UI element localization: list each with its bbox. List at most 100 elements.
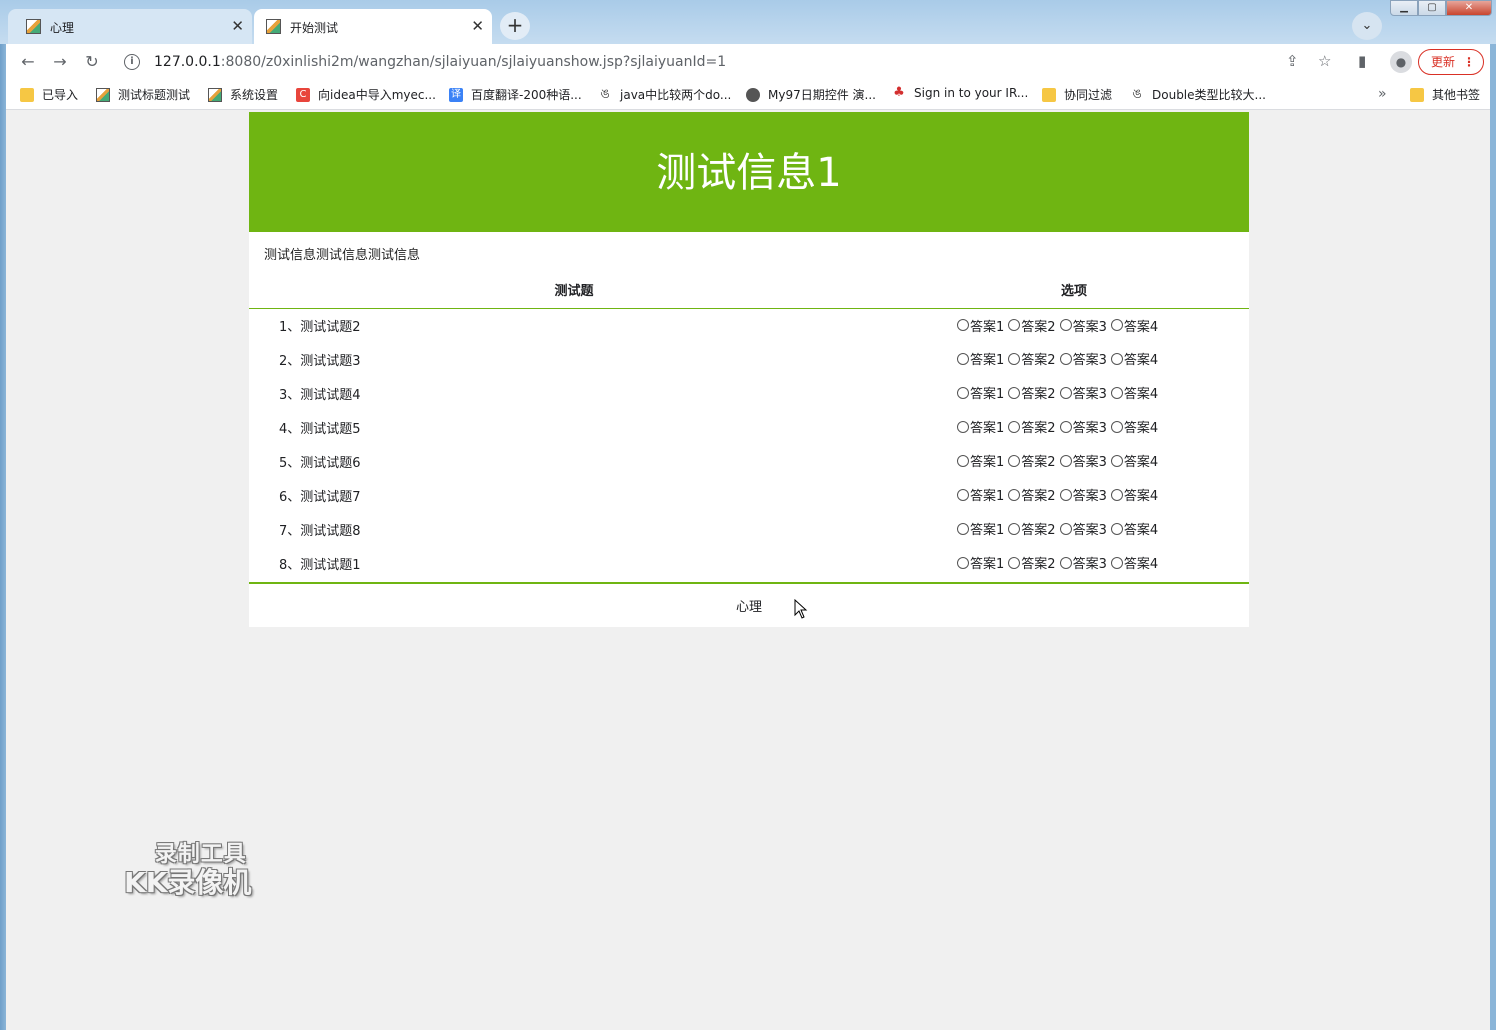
radio-button[interactable]	[1110, 522, 1123, 535]
radio-button[interactable]	[1008, 319, 1021, 331]
answer-option[interactable]: 答案3	[1059, 485, 1107, 504]
bookmark-item[interactable]: 协同过滤	[1042, 86, 1112, 103]
radio-button[interactable]	[957, 556, 969, 569]
answer-option[interactable]: 答案3	[1059, 417, 1107, 436]
radio-button[interactable]	[957, 488, 969, 501]
radio-button[interactable]	[1110, 488, 1123, 501]
radio-button[interactable]	[1059, 386, 1072, 399]
answer-option[interactable]: 答案4	[1110, 519, 1158, 538]
answer-option[interactable]: 答案2	[1008, 349, 1056, 368]
radio-button[interactable]	[1110, 420, 1123, 433]
bookmark-item[interactable]: 已导入	[20, 86, 78, 103]
minimize-button[interactable]: ▁	[1390, 0, 1418, 16]
radio-button[interactable]	[1059, 319, 1072, 331]
answer-option[interactable]: 答案3	[1059, 553, 1107, 572]
answer-option[interactable]: 答案2	[1008, 519, 1056, 538]
bookmark-item[interactable]: ঙ java中比较两个do...	[598, 86, 731, 103]
update-button[interactable]: 更新 ⋮	[1418, 49, 1484, 75]
radio-button[interactable]	[1059, 454, 1072, 467]
radio-button[interactable]	[1110, 386, 1123, 399]
translate-icon: 译	[449, 87, 463, 102]
answer-option[interactable]: 答案1	[957, 417, 1004, 436]
answer-option[interactable]: 答案1	[957, 383, 1004, 402]
answer-option[interactable]: 答案1	[957, 451, 1004, 470]
maximize-button[interactable]: ▢	[1418, 0, 1446, 16]
answer-option[interactable]: 答案1	[957, 316, 1004, 335]
bookmark-item[interactable]: C 向idea中导入myec...	[296, 86, 436, 103]
answer-option[interactable]: 答案4	[1110, 451, 1158, 470]
star-icon[interactable]: ☆	[1318, 52, 1331, 70]
answer-option[interactable]: 答案2	[1008, 383, 1056, 402]
answer-option[interactable]: 答案4	[1110, 417, 1158, 436]
answer-option[interactable]: 答案4	[1110, 349, 1158, 368]
profile-icon[interactable]: ●	[1390, 51, 1412, 73]
answer-option[interactable]: 答案2	[1008, 417, 1056, 437]
close-icon[interactable]: ✕	[231, 17, 244, 35]
answer-option[interactable]: 答案3	[1059, 519, 1107, 538]
radio-button[interactable]	[1008, 556, 1021, 569]
chevron-double-right-icon[interactable]: »	[1378, 86, 1387, 102]
address-bar[interactable]: i 127.0.0.1:8080/z0xinlishi2m/wangzhan/s…	[116, 48, 1356, 76]
radio-button[interactable]	[1059, 352, 1072, 365]
back-icon[interactable]: ←	[16, 50, 40, 74]
radio-button[interactable]	[1008, 488, 1021, 501]
answer-option[interactable]: 答案2	[1008, 553, 1056, 572]
radio-button[interactable]	[957, 420, 969, 433]
radio-button[interactable]	[1008, 352, 1021, 365]
window-close-button[interactable]: ✕	[1446, 0, 1492, 16]
footer-text[interactable]: 心理	[249, 582, 1249, 628]
menu-icon[interactable]: ⋮	[1463, 50, 1475, 74]
radio-button[interactable]	[1110, 556, 1123, 569]
close-icon[interactable]: ✕	[471, 17, 484, 35]
radio-button[interactable]	[1059, 420, 1072, 433]
answer-option[interactable]: 答案4	[1110, 485, 1158, 504]
radio-button[interactable]	[1008, 454, 1021, 467]
other-bookmarks[interactable]: 其他书签	[1410, 86, 1480, 103]
answer-option[interactable]: 答案2	[1008, 316, 1056, 335]
answer-option[interactable]: 答案1	[957, 519, 1004, 538]
radio-button[interactable]	[957, 319, 969, 331]
chevron-down-icon[interactable]: ⌄	[1352, 12, 1382, 40]
radio-button[interactable]	[1110, 319, 1123, 331]
answer-option[interactable]: 答案3	[1059, 383, 1107, 402]
radio-button[interactable]	[957, 454, 969, 467]
new-tab-button[interactable]: +	[500, 12, 530, 40]
radio-button[interactable]	[1110, 352, 1123, 365]
answer-option[interactable]: 答案3	[1059, 451, 1107, 470]
bookmark-item[interactable]: My97日期控件 演...	[746, 86, 876, 103]
url-text[interactable]: 127.0.0.1:8080/z0xinlishi2m/wangzhan/sjl…	[154, 54, 726, 70]
radio-button[interactable]	[1059, 488, 1072, 501]
forward-icon[interactable]: →	[48, 50, 72, 74]
answer-option[interactable]: 答案4	[1110, 383, 1158, 402]
bookmark-item[interactable]: ঙ Double类型比较大...	[1130, 86, 1266, 103]
answer-option[interactable]: 答案1	[957, 485, 1004, 504]
reload-icon[interactable]: ↻	[80, 50, 104, 74]
sidepanel-icon[interactable]: ▮	[1358, 52, 1366, 70]
answer-option[interactable]: 答案2	[1008, 485, 1056, 504]
info-icon[interactable]: i	[124, 54, 140, 70]
bookmark-item[interactable]: 测试标题测试	[96, 86, 190, 103]
radio-button[interactable]	[1059, 556, 1072, 569]
answer-option[interactable]: 答案1	[957, 553, 1004, 572]
radio-button[interactable]	[1008, 522, 1021, 535]
radio-button[interactable]	[957, 352, 969, 365]
tab-xinli[interactable]: 心理 ✕	[8, 9, 252, 44]
answer-option[interactable]: 答案3	[1059, 349, 1107, 368]
radio-button[interactable]	[1059, 522, 1072, 535]
answer-option[interactable]: 答案1	[957, 349, 1004, 368]
radio-button[interactable]	[1008, 386, 1021, 399]
bookmark-item[interactable]: ♣ Sign in to your IR...	[892, 86, 1028, 101]
answer-option[interactable]: 答案3	[1059, 316, 1107, 335]
radio-button[interactable]	[1110, 454, 1123, 467]
answer-option[interactable]: 答案4	[1110, 316, 1158, 335]
tab-start-test[interactable]: 开始测试 ✕	[254, 9, 492, 44]
share-icon[interactable]: ⇪	[1286, 52, 1299, 70]
answer-option[interactable]: 答案4	[1110, 553, 1158, 572]
radio-button[interactable]	[1008, 420, 1021, 433]
bookmark-item[interactable]: 系统设置	[208, 86, 278, 103]
answer-label: 答案2	[1021, 421, 1056, 437]
radio-button[interactable]	[957, 522, 969, 535]
bookmark-item[interactable]: 译百度翻译-200种语...	[449, 86, 582, 103]
radio-button[interactable]	[957, 386, 969, 399]
answer-option[interactable]: 答案2	[1008, 451, 1056, 470]
